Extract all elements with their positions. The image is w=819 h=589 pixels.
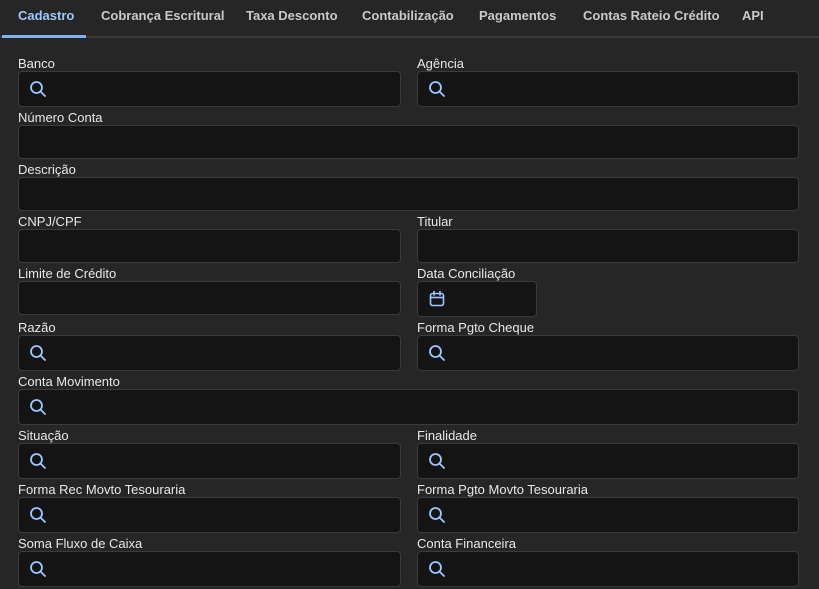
cnpj-cpf-input[interactable]	[18, 229, 401, 263]
search-icon[interactable]	[428, 452, 446, 470]
limite-credito-label: Limite de Crédito	[18, 266, 117, 281]
numero-conta-input[interactable]	[18, 125, 799, 159]
search-icon[interactable]	[29, 506, 47, 524]
situacao-input[interactable]	[18, 443, 401, 479]
search-icon[interactable]	[29, 452, 47, 470]
tab-contabilizacao[interactable]: Contabilização	[362, 0, 454, 36]
tab-api[interactable]: API	[742, 0, 764, 36]
descricao-input[interactable]	[18, 177, 799, 211]
razao-input[interactable]	[18, 335, 401, 371]
search-icon[interactable]	[428, 344, 446, 362]
conta-financeira-input[interactable]	[417, 551, 799, 587]
numero-conta-label: Número Conta	[18, 110, 103, 125]
cnpj-cpf-label: CNPJ/CPF	[18, 214, 82, 229]
search-icon[interactable]	[428, 560, 446, 578]
conta-financeira-label: Conta Financeira	[417, 536, 516, 551]
titular-input[interactable]	[417, 229, 799, 263]
search-icon[interactable]	[29, 80, 47, 98]
conta-movimento-input[interactable]	[18, 389, 799, 425]
search-icon[interactable]	[428, 80, 446, 98]
data-conciliacao-input[interactable]	[417, 281, 537, 317]
search-icon[interactable]	[29, 560, 47, 578]
active-tab-indicator	[2, 35, 86, 38]
forma-pgto-movto-tesouraria-label: Forma Pgto Movto Tesouraria	[417, 482, 588, 497]
agencia-input[interactable]	[417, 71, 799, 107]
forma-rec-movto-tesouraria-input[interactable]	[18, 497, 401, 533]
search-icon[interactable]	[428, 506, 446, 524]
data-conciliacao-label: Data Conciliação	[417, 266, 516, 281]
soma-fluxo-caixa-label: Soma Fluxo de Caixa	[18, 536, 143, 551]
conta-movimento-label: Conta Movimento	[18, 374, 120, 389]
tab-cadastro[interactable]: Cadastro	[18, 0, 74, 36]
titular-label: Titular	[417, 214, 453, 229]
tab-pagamentos[interactable]: Pagamentos	[479, 0, 556, 36]
tab-contas-rateio-credito[interactable]: Contas Rateio Crédito	[583, 0, 720, 36]
calendar-icon[interactable]	[428, 290, 446, 308]
descricao-label: Descrição	[18, 162, 76, 177]
finalidade-input[interactable]	[417, 443, 799, 479]
limite-credito-input[interactable]	[18, 281, 401, 315]
tab-cobranca-escritural[interactable]: Cobrança Escritural	[101, 0, 225, 36]
tab-bar: Cadastro Cobrança Escritural Taxa Descon…	[0, 0, 819, 38]
search-icon[interactable]	[29, 344, 47, 362]
banco-label: Banco	[18, 56, 55, 71]
finalidade-label: Finalidade	[417, 428, 477, 443]
banco-input[interactable]	[18, 71, 401, 107]
forma-rec-movto-tesouraria-label: Forma Rec Movto Tesouraria	[18, 482, 186, 497]
situacao-label: Situação	[18, 428, 69, 443]
soma-fluxo-caixa-input[interactable]	[18, 551, 401, 587]
tab-taxa-desconto[interactable]: Taxa Desconto	[246, 0, 338, 36]
forma-pgto-movto-tesouraria-input[interactable]	[417, 497, 799, 533]
razao-label: Razão	[18, 320, 56, 335]
forma-pgto-cheque-label: Forma Pgto Cheque	[417, 320, 535, 335]
forma-pgto-cheque-input[interactable]	[417, 335, 799, 371]
agencia-label: Agência	[417, 56, 464, 71]
search-icon[interactable]	[29, 398, 47, 416]
